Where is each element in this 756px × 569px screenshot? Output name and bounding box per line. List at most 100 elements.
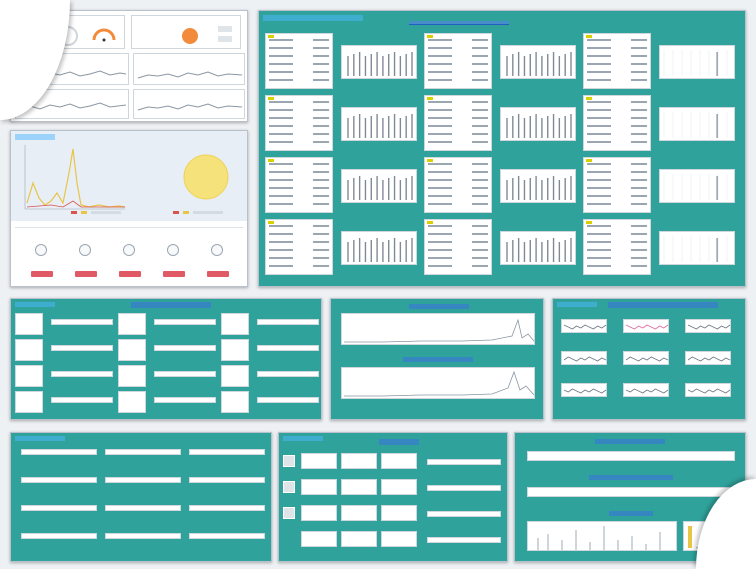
status-flag-icon bbox=[268, 221, 274, 224]
stat-label bbox=[269, 195, 293, 197]
chart-legend-b bbox=[173, 211, 223, 214]
status-flag-icon bbox=[586, 221, 592, 224]
stat-label bbox=[587, 187, 611, 189]
stat-label bbox=[587, 55, 611, 57]
status-flag-icon bbox=[586, 97, 592, 100]
stat-value bbox=[472, 63, 488, 65]
table-cell bbox=[301, 531, 337, 547]
stat-label bbox=[587, 101, 611, 103]
stat-value bbox=[631, 125, 647, 127]
stat-label bbox=[428, 39, 452, 41]
action-button-5[interactable] bbox=[207, 271, 229, 277]
list-bar bbox=[105, 449, 181, 455]
stat-label bbox=[269, 187, 293, 189]
comparison-panel bbox=[552, 298, 746, 420]
stat-value bbox=[313, 203, 329, 205]
table-cell bbox=[381, 531, 417, 547]
table-bar bbox=[427, 511, 501, 517]
stat-value bbox=[472, 241, 488, 243]
line-chart-2 bbox=[133, 53, 245, 85]
sparkline bbox=[685, 319, 731, 333]
stat-label bbox=[428, 141, 452, 143]
sparkline-path bbox=[563, 356, 607, 362]
stat-value bbox=[313, 257, 329, 259]
stat-value bbox=[472, 101, 488, 103]
stats-card bbox=[583, 95, 651, 151]
stat-value bbox=[313, 171, 329, 173]
stats-card bbox=[265, 219, 333, 275]
table-cell bbox=[381, 453, 417, 469]
user-icon[interactable] bbox=[35, 244, 47, 256]
stat-label bbox=[428, 171, 452, 173]
stat-label bbox=[428, 249, 452, 251]
stat-value bbox=[631, 241, 647, 243]
stat-value bbox=[313, 187, 329, 189]
panel-c-title bbox=[608, 302, 718, 308]
mini-bar bbox=[154, 371, 216, 377]
copy-icon[interactable] bbox=[79, 244, 91, 256]
stat-value bbox=[313, 125, 329, 127]
sparkline-svg bbox=[563, 356, 607, 362]
stat-value bbox=[313, 163, 329, 165]
table-cell bbox=[381, 505, 417, 521]
monitor-title bbox=[409, 14, 509, 25]
panel-f-title-2 bbox=[589, 475, 673, 480]
gear-icon[interactable] bbox=[167, 244, 179, 256]
stat-value bbox=[313, 109, 329, 111]
stat-value bbox=[631, 203, 647, 205]
action-button-2[interactable] bbox=[75, 271, 97, 277]
sparkline bbox=[623, 351, 669, 365]
sparkline-path bbox=[563, 388, 607, 394]
stat-value bbox=[313, 195, 329, 197]
bar-chart-svg bbox=[347, 52, 413, 76]
mini-bar bbox=[257, 319, 319, 325]
action-button-3[interactable] bbox=[119, 271, 141, 277]
action-button-1[interactable] bbox=[31, 271, 53, 277]
chart-icon[interactable] bbox=[211, 244, 223, 256]
summary-chart-1 bbox=[527, 451, 735, 461]
stat-value bbox=[313, 39, 329, 41]
stat-label bbox=[428, 133, 452, 135]
stat-value bbox=[472, 203, 488, 205]
action-button-4[interactable] bbox=[163, 271, 185, 277]
list-bar bbox=[21, 505, 97, 511]
mini-box bbox=[118, 365, 146, 387]
mini-box bbox=[15, 365, 43, 387]
stat-label bbox=[587, 233, 611, 235]
sparkline bbox=[623, 383, 669, 397]
line-chart-4-svg bbox=[137, 103, 243, 111]
list-bar bbox=[189, 449, 265, 455]
bar-chart-svg bbox=[663, 112, 728, 138]
stat-label bbox=[587, 133, 611, 135]
monitor-breadcrumb[interactable] bbox=[263, 15, 363, 21]
stat-label bbox=[269, 249, 293, 251]
stat-label bbox=[269, 71, 293, 73]
status-card bbox=[131, 15, 241, 49]
mini-bar bbox=[51, 319, 113, 325]
sparkline-path bbox=[625, 388, 669, 394]
sparkline-path bbox=[687, 324, 731, 330]
download-icon[interactable] bbox=[123, 244, 135, 256]
stat-label bbox=[428, 47, 452, 49]
stat-value bbox=[631, 233, 647, 235]
analysis-header-label bbox=[15, 134, 55, 140]
sparkline-path bbox=[687, 388, 731, 394]
stat-label bbox=[269, 203, 293, 205]
summary-chart-3-svg bbox=[537, 526, 661, 550]
status-flag-icon bbox=[586, 159, 592, 162]
table-cell bbox=[301, 453, 337, 469]
sparkline-svg bbox=[625, 324, 669, 330]
stat-value bbox=[631, 55, 647, 57]
stat-value bbox=[313, 133, 329, 135]
stat-value bbox=[631, 39, 647, 41]
panel-e-title bbox=[379, 439, 419, 445]
stat-value bbox=[631, 163, 647, 165]
dashboard-collage bbox=[0, 0, 756, 569]
stat-label bbox=[428, 241, 452, 243]
panel-a-header bbox=[15, 302, 55, 307]
stat-label bbox=[269, 47, 293, 49]
stats-card bbox=[424, 33, 492, 89]
status-flag-icon bbox=[586, 35, 592, 38]
stat-label bbox=[587, 47, 611, 49]
mini-bar bbox=[257, 345, 319, 351]
